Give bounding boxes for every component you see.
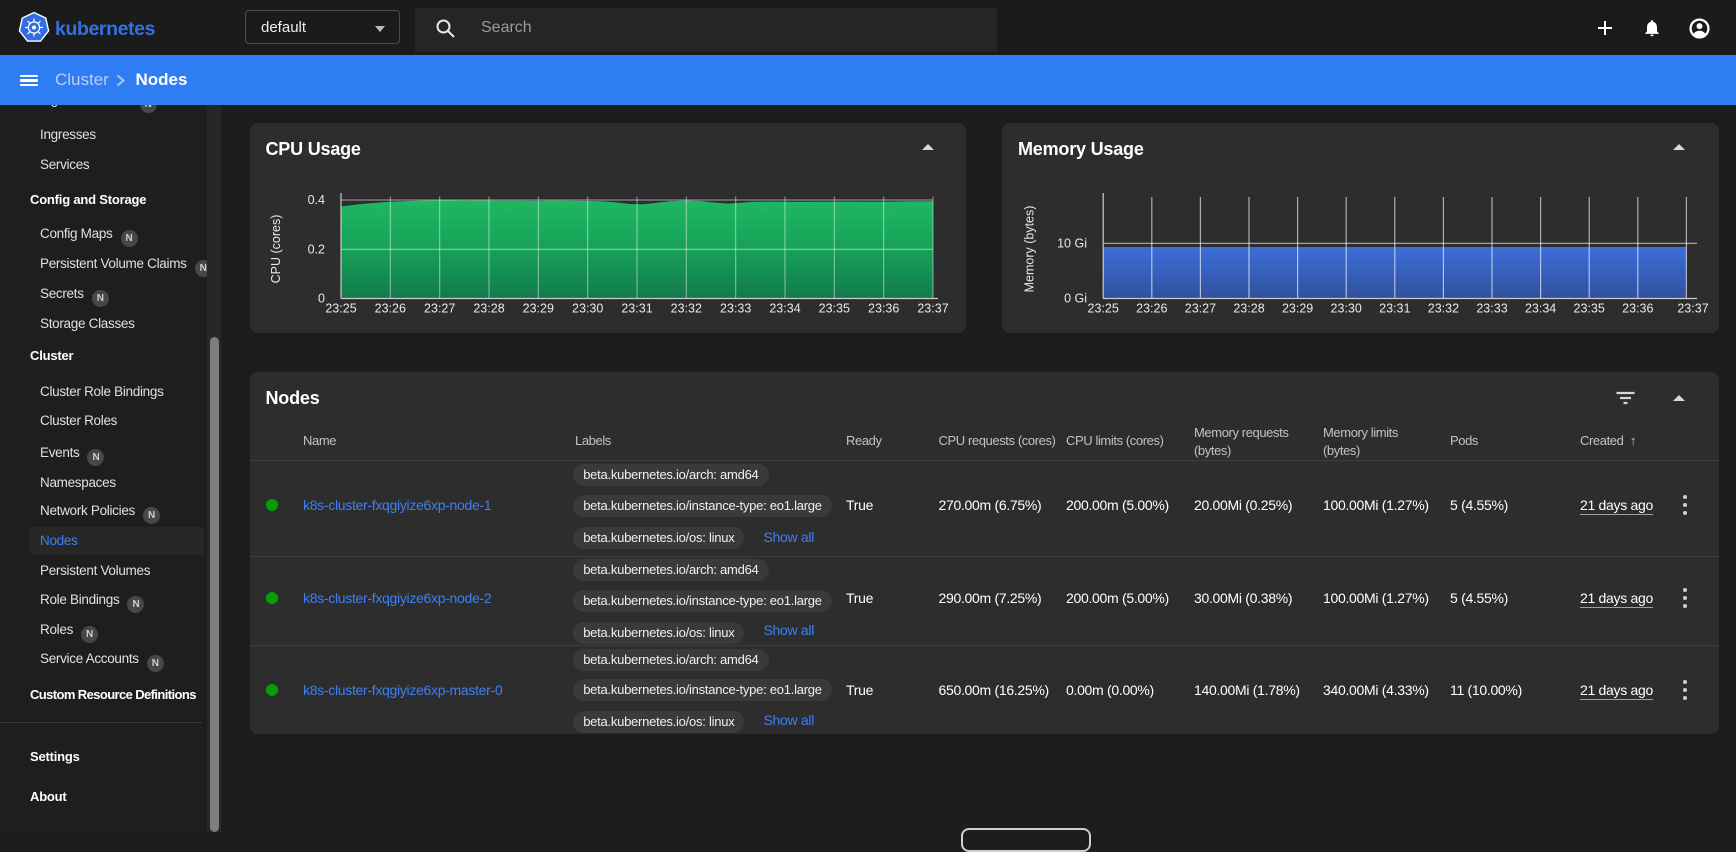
svg-text:23:32: 23:32 xyxy=(670,301,701,315)
svg-text:0.2: 0.2 xyxy=(307,242,324,256)
svg-text:23:30: 23:30 xyxy=(572,301,603,315)
svg-text:23:27: 23:27 xyxy=(1185,301,1216,315)
svg-text:23:25: 23:25 xyxy=(325,301,356,315)
svg-text:0.4: 0.4 xyxy=(307,193,324,207)
svg-text:23:26: 23:26 xyxy=(1136,301,1167,315)
svg-text:23:37: 23:37 xyxy=(917,301,948,315)
svg-text:23:35: 23:35 xyxy=(1574,301,1605,315)
svg-text:23:37: 23:37 xyxy=(1677,301,1708,315)
svg-text:23:28: 23:28 xyxy=(1233,301,1264,315)
svg-text:23:31: 23:31 xyxy=(1379,301,1410,315)
svg-text:23:33: 23:33 xyxy=(1476,301,1507,315)
svg-text:23:33: 23:33 xyxy=(720,301,751,315)
svg-text:23:32: 23:32 xyxy=(1428,301,1459,315)
svg-text:0 Gi: 0 Gi xyxy=(1064,291,1087,305)
svg-text:23:29: 23:29 xyxy=(522,301,553,315)
svg-text:Memory (bytes): Memory (bytes) xyxy=(1023,205,1037,292)
svg-text:23:36: 23:36 xyxy=(868,301,899,315)
svg-text:10 Gi: 10 Gi xyxy=(1057,236,1087,250)
svg-text:23:31: 23:31 xyxy=(621,301,652,315)
svg-text:23:27: 23:27 xyxy=(424,301,455,315)
svg-text:23:36: 23:36 xyxy=(1622,301,1653,315)
svg-text:23:35: 23:35 xyxy=(818,301,849,315)
svg-text:23:28: 23:28 xyxy=(473,301,504,315)
svg-text:23:26: 23:26 xyxy=(374,301,405,315)
svg-text:23:34: 23:34 xyxy=(1525,301,1556,315)
svg-text:23:29: 23:29 xyxy=(1282,301,1313,315)
svg-text:23:34: 23:34 xyxy=(769,301,800,315)
svg-text:CPU (cores): CPU (cores) xyxy=(269,214,283,283)
svg-text:23:30: 23:30 xyxy=(1331,301,1362,315)
svg-text:0: 0 xyxy=(318,291,325,305)
svg-text:23:25: 23:25 xyxy=(1088,301,1119,315)
